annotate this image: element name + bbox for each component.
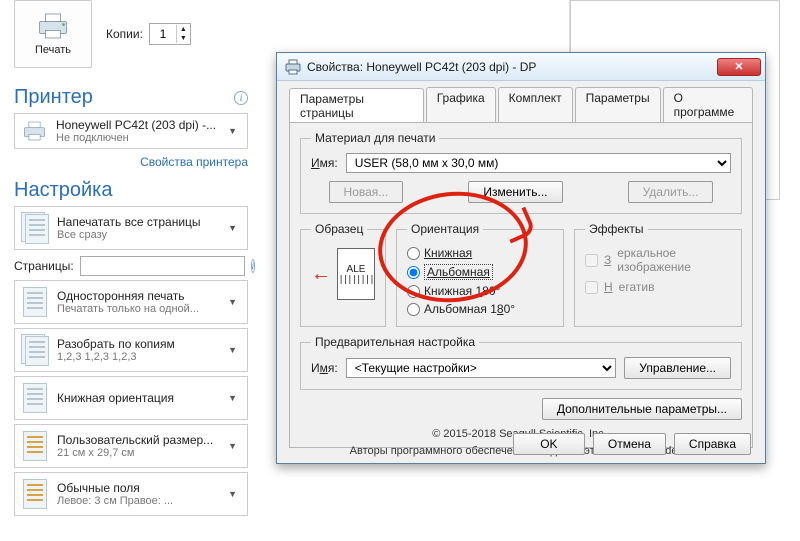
pages-label: Страницы: [14, 259, 74, 273]
opt-title: Книжная ориентация [57, 391, 216, 405]
orient-portrait-180[interactable]: Книжная 180° [407, 284, 553, 298]
opt-print-all-title: Напечатать все страницы [57, 215, 216, 229]
orientation-legend: Ориентация [407, 222, 483, 236]
opt-sub: Левое: 3 см Правое: ... [57, 495, 216, 507]
chevron-down-icon: ▼ [224, 297, 241, 307]
pages-input[interactable] [80, 256, 245, 276]
opt-title: Обычные поля [57, 481, 216, 495]
tabs: Параметры страницы Графика Комплект Пара… [277, 81, 765, 122]
chevron-down-icon: ▼ [224, 345, 241, 355]
sample-group: Образец ← ALE |||||||| [300, 222, 386, 327]
opt-single-sided[interactable]: Односторонняя печать Печатать только на … [14, 280, 248, 324]
copies-input[interactable] [150, 26, 176, 42]
copies-label: Копии: [106, 27, 143, 41]
chevron-down-icon: ▼ [224, 441, 241, 451]
effects-group: Эффекты Зеркальное изображение Негатив [574, 222, 742, 327]
material-new-button[interactable]: Новая... [329, 181, 404, 203]
chevron-down-icon: ▼ [224, 393, 241, 403]
preset-group: Предварительная настройка Имя: <Текущие … [300, 335, 742, 390]
orient-landscape[interactable]: Альбомная [407, 264, 553, 280]
fx-negative[interactable]: Негатив [585, 280, 731, 294]
printer-icon [35, 12, 71, 40]
chevron-down-icon: ▼ [224, 223, 241, 233]
printer-properties-dialog: Свойства: Honeywell PC42t (203 dpi) - DP… [276, 52, 766, 464]
tab-kit[interactable]: Комплект [498, 87, 573, 122]
material-delete-button[interactable]: Удалить... [628, 181, 714, 203]
printer-properties-link[interactable]: Свойства принтера [140, 155, 248, 169]
material-name-select[interactable]: USER (58,0 мм x 30,0 мм) [346, 153, 731, 173]
opt-print-all-sub: Все сразу [57, 229, 216, 241]
advanced-params-button[interactable]: Дополнительные параметры... [542, 398, 742, 420]
opt-title: Пользовательский размер... [57, 433, 216, 447]
opt-title: Разобрать по копиям [57, 337, 216, 351]
cancel-button[interactable]: Отмена [593, 433, 666, 455]
printer-status: Не подключен [56, 132, 216, 144]
tab-graphics[interactable]: Графика [426, 87, 496, 122]
material-edit-button[interactable]: Изменить... [468, 181, 562, 203]
orientation-group: Ориентация Книжная Альбомная Книжная 180… [396, 222, 564, 327]
info-icon[interactable]: i [234, 91, 248, 105]
opt-page-size[interactable]: Пользовательский размер... 21 см x 29,7 … [14, 424, 248, 468]
orient-landscape-180[interactable]: Альбомная 180° [407, 302, 553, 316]
material-legend: Материал для печати [311, 131, 439, 145]
close-button[interactable]: ✕ [717, 58, 761, 76]
tab-page-params[interactable]: Параметры страницы [289, 88, 424, 123]
effects-legend: Эффекты [585, 222, 648, 236]
opt-collate[interactable]: Разобрать по копиям 1,2,3 1,2,3 1,2,3 ▼ [14, 328, 248, 372]
printer-heading: Принтер [14, 86, 93, 109]
copies-down[interactable]: ▼ [177, 34, 190, 43]
printer-selector[interactable]: Honeywell PC42t (203 dpi) -... Не подклю… [14, 113, 248, 149]
preset-name-select[interactable]: <Текущие настройки> [346, 358, 617, 378]
printer-icon [285, 59, 301, 75]
opt-sub: 1,2,3 1,2,3 1,2,3 [57, 351, 216, 363]
tab-params[interactable]: Параметры [575, 87, 661, 122]
opt-sub: 21 см x 29,7 см [57, 447, 216, 459]
barcode-icon: |||||||| [338, 275, 373, 285]
chevron-down-icon: ▼ [224, 489, 241, 499]
sample-text: ALE [347, 264, 366, 275]
copies-spinner[interactable]: ▲ ▼ [149, 23, 191, 45]
preset-legend: Предварительная настройка [311, 335, 479, 349]
settings-heading: Настройка [14, 179, 112, 202]
orient-portrait[interactable]: Книжная [407, 246, 553, 260]
material-group: Материал для печати Имя: USER (58,0 мм x… [300, 131, 742, 214]
info-icon[interactable]: i [251, 259, 256, 273]
tab-page: Материал для печати Имя: USER (58,0 мм x… [289, 122, 753, 448]
arrow-left-icon: ← [311, 263, 331, 286]
printer-name: Honeywell PC42t (203 dpi) -... [56, 118, 216, 132]
sample-preview: ALE |||||||| [337, 248, 375, 300]
preset-manage-button[interactable]: Управление... [624, 357, 731, 379]
opt-print-all[interactable]: Напечатать все страницы Все сразу ▼ [14, 206, 248, 250]
tab-about[interactable]: О программе [663, 87, 753, 122]
print-button[interactable]: Печать [14, 0, 92, 68]
titlebar[interactable]: Свойства: Honeywell PC42t (203 dpi) - DP… [277, 53, 765, 81]
copies-up[interactable]: ▲ [177, 25, 190, 34]
ok-button[interactable]: OK [513, 433, 585, 455]
material-name-label: мя: [320, 156, 338, 170]
print-label: Печать [35, 44, 71, 56]
opt-sub: Печатать только на одной... [57, 303, 216, 315]
opt-margins[interactable]: Обычные поля Левое: 3 см Правое: ... ▼ [14, 472, 248, 516]
opt-title: Односторонняя печать [57, 289, 216, 303]
opt-orientation[interactable]: Книжная ориентация ▼ [14, 376, 248, 420]
sample-legend: Образец [311, 222, 367, 236]
help-button[interactable]: Справка [674, 433, 751, 455]
printer-small-icon [21, 120, 48, 142]
chevron-down-icon: ▼ [224, 126, 241, 136]
left-panel: Печать Копии: ▲ ▼ Принтер i Honeywell PC… [14, 0, 248, 516]
fx-mirror[interactable]: Зеркальное изображение [585, 246, 731, 274]
dialog-title: Свойства: Honeywell PC42t (203 dpi) - DP [307, 60, 711, 74]
